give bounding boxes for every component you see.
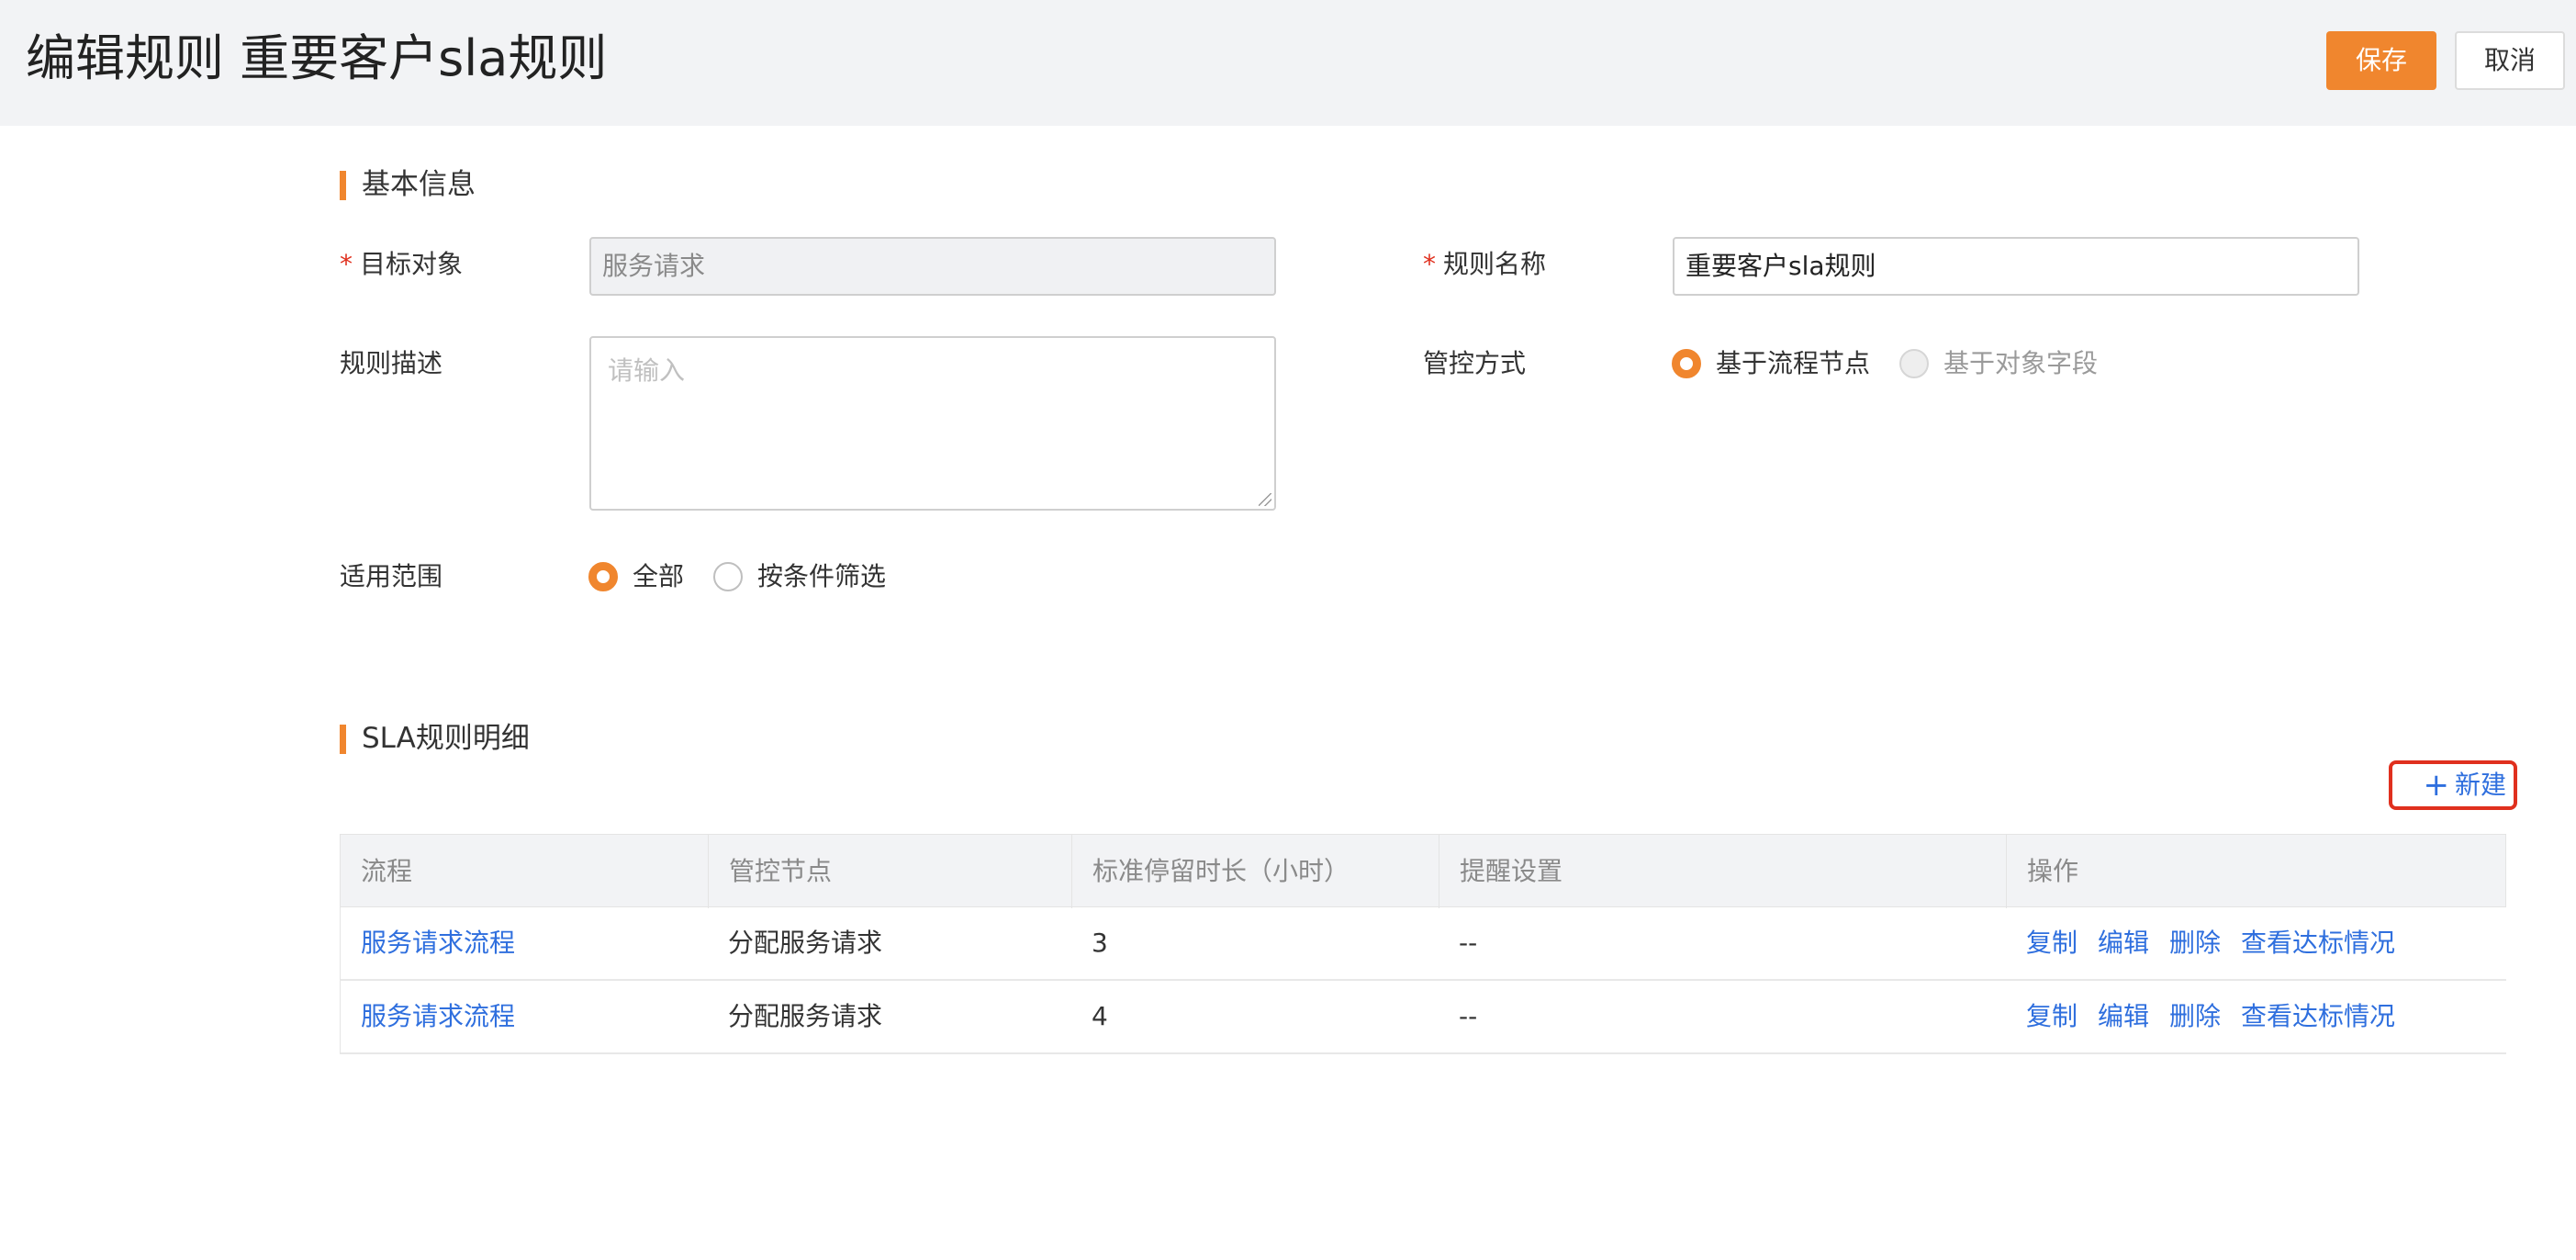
target-object-field: 服务请求 bbox=[589, 237, 1276, 296]
page-header: 编辑规则 重要客户sla规则 保存 取消 bbox=[0, 0, 2576, 126]
resize-grip-icon[interactable] bbox=[1259, 493, 1271, 506]
duration-cell: 3 bbox=[1092, 928, 1108, 958]
column-header-duration: 标准停留时长（小时） bbox=[1071, 835, 1439, 908]
view-compliance-link[interactable]: 查看达标情况 bbox=[2241, 928, 2395, 958]
radio-object-field bbox=[1899, 349, 1929, 378]
duration-cell: 4 bbox=[1092, 1001, 1108, 1031]
actions-cell: 复制 编辑 删除 查看达标情况 bbox=[2006, 981, 2415, 1052]
radio-scope-all[interactable] bbox=[588, 562, 618, 591]
node-cell: 分配服务请求 bbox=[728, 1001, 883, 1031]
edit-link[interactable]: 编辑 bbox=[2098, 928, 2149, 958]
cancel-button[interactable]: 取消 bbox=[2455, 31, 2565, 90]
process-link[interactable]: 服务请求流程 bbox=[341, 981, 515, 1052]
actions-cell: 复制 编辑 删除 查看达标情况 bbox=[2006, 907, 2415, 979]
table-row: 服务请求流程 分配服务请求 4 -- 复制 编辑 删除 查看达标情况 bbox=[340, 981, 2506, 1054]
radio-scope-filter[interactable] bbox=[713, 562, 743, 591]
radio-flow-node-label[interactable]: 基于流程节点 bbox=[1716, 345, 1870, 382]
sla-details-section-title: SLA规则明细 bbox=[340, 722, 530, 755]
table-row: 服务请求流程 分配服务请求 3 -- 复制 编辑 删除 查看达标情况 bbox=[340, 907, 2506, 981]
delete-link[interactable]: 删除 bbox=[2169, 1001, 2221, 1031]
rule-name-label-text: 规则名称 bbox=[1443, 249, 1547, 279]
copy-link[interactable]: 复制 bbox=[2026, 1001, 2078, 1031]
column-header-node: 管控节点 bbox=[708, 835, 1071, 908]
radio-scope-filter-label[interactable]: 按条件筛选 bbox=[757, 558, 886, 595]
new-rule-button-label: 新建 bbox=[2454, 770, 2506, 800]
view-compliance-link[interactable]: 查看达标情况 bbox=[2241, 1001, 2395, 1031]
scope-label: 适用范围 bbox=[340, 561, 443, 591]
new-rule-button[interactable]: + 新建 bbox=[2389, 760, 2517, 810]
rule-description-textarea[interactable]: 请输入 bbox=[589, 336, 1276, 511]
node-cell: 分配服务请求 bbox=[728, 928, 883, 958]
copy-link[interactable]: 复制 bbox=[2026, 928, 2078, 958]
reminder-cell: -- bbox=[1459, 1001, 1478, 1031]
column-header-process: 流程 bbox=[361, 856, 413, 886]
column-header-actions: 操作 bbox=[2006, 835, 2507, 908]
rule-name-input[interactable]: 重要客户sla规则 bbox=[1673, 237, 2359, 296]
save-button[interactable]: 保存 bbox=[2326, 31, 2436, 90]
radio-object-field-label: 基于对象字段 bbox=[1943, 348, 2099, 378]
plus-icon: + bbox=[2423, 767, 2449, 804]
page-title: 编辑规则 重要客户sla规则 bbox=[26, 29, 608, 87]
edit-link[interactable]: 编辑 bbox=[2098, 1001, 2149, 1031]
radio-scope-all-label[interactable]: 全部 bbox=[633, 558, 684, 595]
rule-name-label: * 规则名称 bbox=[1423, 246, 1546, 283]
required-mark: * bbox=[1423, 249, 1436, 279]
rule-description-placeholder: 请输入 bbox=[608, 355, 686, 386]
reminder-cell: -- bbox=[1459, 928, 1478, 958]
basic-info-section-title: 基本信息 bbox=[340, 168, 476, 201]
rule-description-label: 规则描述 bbox=[340, 348, 443, 378]
table-header: 流程 管控节点 标准停留时长（小时） 提醒设置 操作 bbox=[340, 834, 2507, 908]
delete-link[interactable]: 删除 bbox=[2169, 928, 2221, 958]
target-object-label: * 目标对象 bbox=[340, 246, 463, 283]
target-object-label-text: 目标对象 bbox=[360, 249, 464, 279]
process-link[interactable]: 服务请求流程 bbox=[341, 907, 515, 979]
required-mark: * bbox=[340, 249, 353, 279]
control-mode-label: 管控方式 bbox=[1423, 348, 1527, 378]
column-header-reminder: 提醒设置 bbox=[1439, 835, 2006, 908]
radio-flow-node[interactable] bbox=[1672, 349, 1701, 378]
